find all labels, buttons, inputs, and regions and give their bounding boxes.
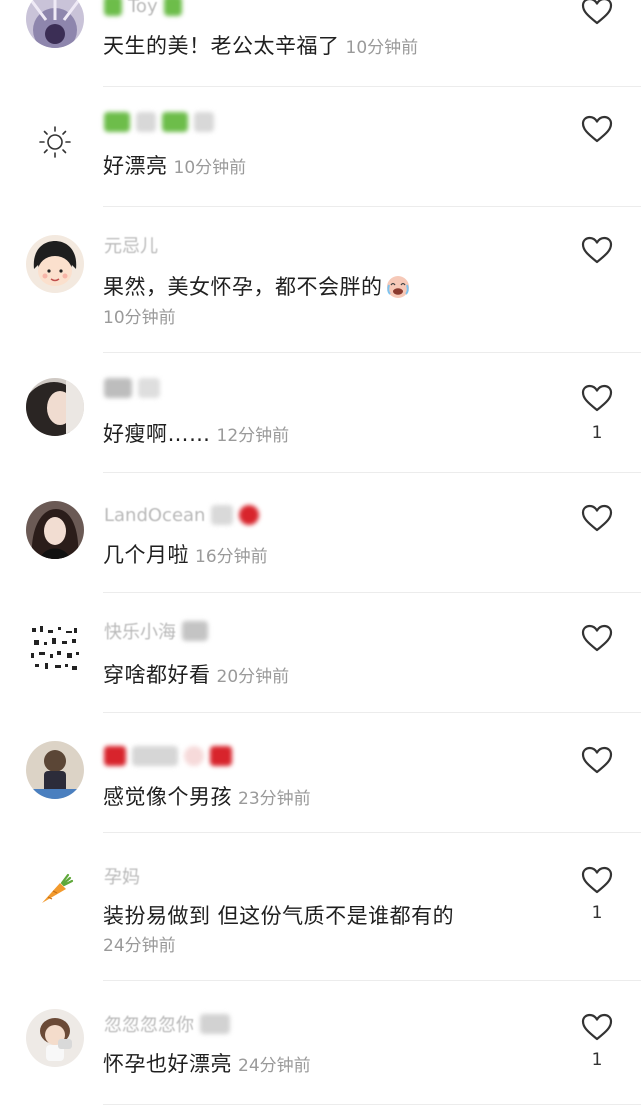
heart-outline-icon bbox=[581, 866, 613, 894]
comment-username[interactable]: Toy bbox=[104, 0, 182, 18]
like-button[interactable] bbox=[578, 621, 616, 655]
comment-item: 元忌儿 果然，美女怀孕，都不会胖的 10分钟前 bbox=[0, 208, 641, 354]
avatar[interactable] bbox=[26, 1009, 84, 1067]
comment-text: 穿啥都好看 bbox=[103, 663, 211, 687]
heart-outline-icon bbox=[581, 0, 613, 25]
comment-username[interactable]: 忽忽忽忽你 bbox=[104, 1012, 230, 1036]
comment-body: 装扮易做到 但这份气质不是谁都有的 bbox=[103, 901, 454, 931]
heart-outline-icon bbox=[581, 384, 613, 412]
comment-body: 几个月啦 16分钟前 bbox=[103, 540, 268, 570]
comment-username[interactable] bbox=[104, 110, 220, 134]
comment-time: 24分钟前 bbox=[238, 1056, 311, 1076]
divider bbox=[103, 592, 641, 593]
comment-time: 24分钟前 bbox=[103, 936, 176, 956]
avatar[interactable] bbox=[26, 112, 84, 170]
avatar[interactable] bbox=[26, 861, 84, 919]
divider bbox=[103, 206, 641, 207]
divider bbox=[103, 86, 641, 87]
like-count: 1 bbox=[591, 1050, 603, 1070]
avatar[interactable] bbox=[26, 501, 84, 559]
apple-emoji bbox=[239, 505, 260, 525]
comment-username[interactable]: 快乐小海 bbox=[104, 619, 208, 643]
like-button[interactable] bbox=[578, 863, 616, 897]
comment-item: 孕妈 装扮易做到 但这份气质不是谁都有的 24分钟前 1 bbox=[0, 834, 641, 982]
leaf-emoji bbox=[104, 0, 122, 16]
avatar[interactable] bbox=[26, 0, 84, 48]
comment-text: 怀孕也好漂亮 bbox=[103, 1052, 232, 1076]
comment-time: 10分钟前 bbox=[173, 158, 247, 178]
leaf-emoji bbox=[163, 0, 182, 16]
comment-text: 果然，美女怀孕，都不会胖的 bbox=[103, 275, 383, 299]
divider bbox=[103, 472, 641, 473]
comment-username[interactable]: LandOcean bbox=[104, 503, 260, 527]
divider bbox=[103, 1104, 641, 1105]
like-button[interactable] bbox=[578, 0, 616, 28]
like-button[interactable] bbox=[578, 743, 616, 777]
avatar[interactable] bbox=[26, 378, 84, 436]
divider bbox=[103, 980, 641, 981]
comment-list: Toy 天生的美！老公太辛福了 10分钟前 好漂亮 10分钟前 元忌儿 果然，美… bbox=[0, 0, 641, 1118]
heart-outline-icon bbox=[581, 115, 613, 143]
comment-body: 果然，美女怀孕，都不会胖的 bbox=[103, 272, 411, 302]
comment-item: Toy 天生的美！老公太辛福了 10分钟前 bbox=[0, 0, 641, 88]
comment-body: 怀孕也好漂亮 24分钟前 bbox=[103, 1049, 311, 1079]
comment-text: 好漂亮 bbox=[103, 154, 168, 178]
like-button[interactable] bbox=[578, 1010, 616, 1044]
heart-outline-icon bbox=[581, 504, 613, 532]
comment-item: 忽忽忽忽你 怀孕也好漂亮 24分钟前 1 bbox=[0, 982, 641, 1118]
crying-laughing-emoji bbox=[386, 276, 409, 298]
like-button[interactable] bbox=[578, 112, 616, 146]
sun-icon bbox=[26, 112, 84, 170]
comment-username[interactable]: 元忌儿 bbox=[104, 233, 158, 257]
comment-body: 感觉像个男孩 23分钟前 bbox=[103, 782, 311, 812]
comment-body: 好漂亮 10分钟前 bbox=[103, 151, 246, 181]
comment-item: 好瘦啊…… 12分钟前 1 bbox=[0, 354, 641, 474]
comment-time: 20分钟前 bbox=[216, 667, 290, 687]
comment-time: 10分钟前 bbox=[103, 308, 176, 328]
comment-time: 16分钟前 bbox=[195, 547, 268, 567]
comment-time: 23分钟前 bbox=[238, 789, 311, 809]
heart-outline-icon bbox=[581, 1013, 613, 1041]
heart-emoji bbox=[184, 746, 204, 766]
heart-outline-icon bbox=[581, 746, 613, 774]
comment-username[interactable] bbox=[104, 376, 166, 400]
avatar[interactable] bbox=[26, 235, 84, 293]
carrot-icon bbox=[26, 861, 84, 919]
like-button[interactable] bbox=[578, 501, 616, 535]
divider bbox=[103, 832, 641, 833]
like-count: 1 bbox=[591, 423, 603, 443]
comment-body: 天生的美！老公太辛福了 10分钟前 bbox=[103, 31, 418, 61]
divider bbox=[103, 712, 641, 713]
comment-time-row: 10分钟前 bbox=[103, 303, 176, 333]
like-count: 1 bbox=[591, 903, 603, 923]
comment-username[interactable] bbox=[104, 744, 238, 768]
comment-body: 穿啥都好看 20分钟前 bbox=[103, 660, 289, 690]
avatar[interactable] bbox=[26, 741, 84, 799]
divider bbox=[103, 352, 641, 353]
comment-body: 好瘦啊…… 12分钟前 bbox=[103, 419, 289, 449]
like-button[interactable] bbox=[578, 233, 616, 267]
heart-outline-icon bbox=[581, 236, 613, 264]
comment-item: LandOcean 几个月啦 16分钟前 bbox=[0, 474, 641, 594]
comment-item: 感觉像个男孩 23分钟前 bbox=[0, 714, 641, 834]
comment-time: 10分钟前 bbox=[345, 38, 419, 58]
comment-username[interactable]: 孕妈 bbox=[104, 864, 140, 888]
comment-time: 12分钟前 bbox=[216, 426, 290, 446]
comment-text: 几个月啦 bbox=[103, 543, 189, 567]
comment-text: 好瘦啊…… bbox=[103, 422, 211, 446]
comment-item: 好漂亮 10分钟前 bbox=[0, 88, 641, 208]
comment-time-row: 24分钟前 bbox=[103, 931, 176, 961]
comment-text: 装扮易做到 但这份气质不是谁都有的 bbox=[103, 904, 455, 928]
comment-text: 感觉像个男孩 bbox=[103, 785, 232, 809]
avatar[interactable] bbox=[26, 618, 84, 676]
comment-text: 天生的美！老公太辛福了 bbox=[103, 34, 340, 58]
like-button[interactable] bbox=[578, 381, 616, 415]
heart-outline-icon bbox=[581, 624, 613, 652]
comment-item: 快乐小海 穿啥都好看 20分钟前 bbox=[0, 594, 641, 714]
